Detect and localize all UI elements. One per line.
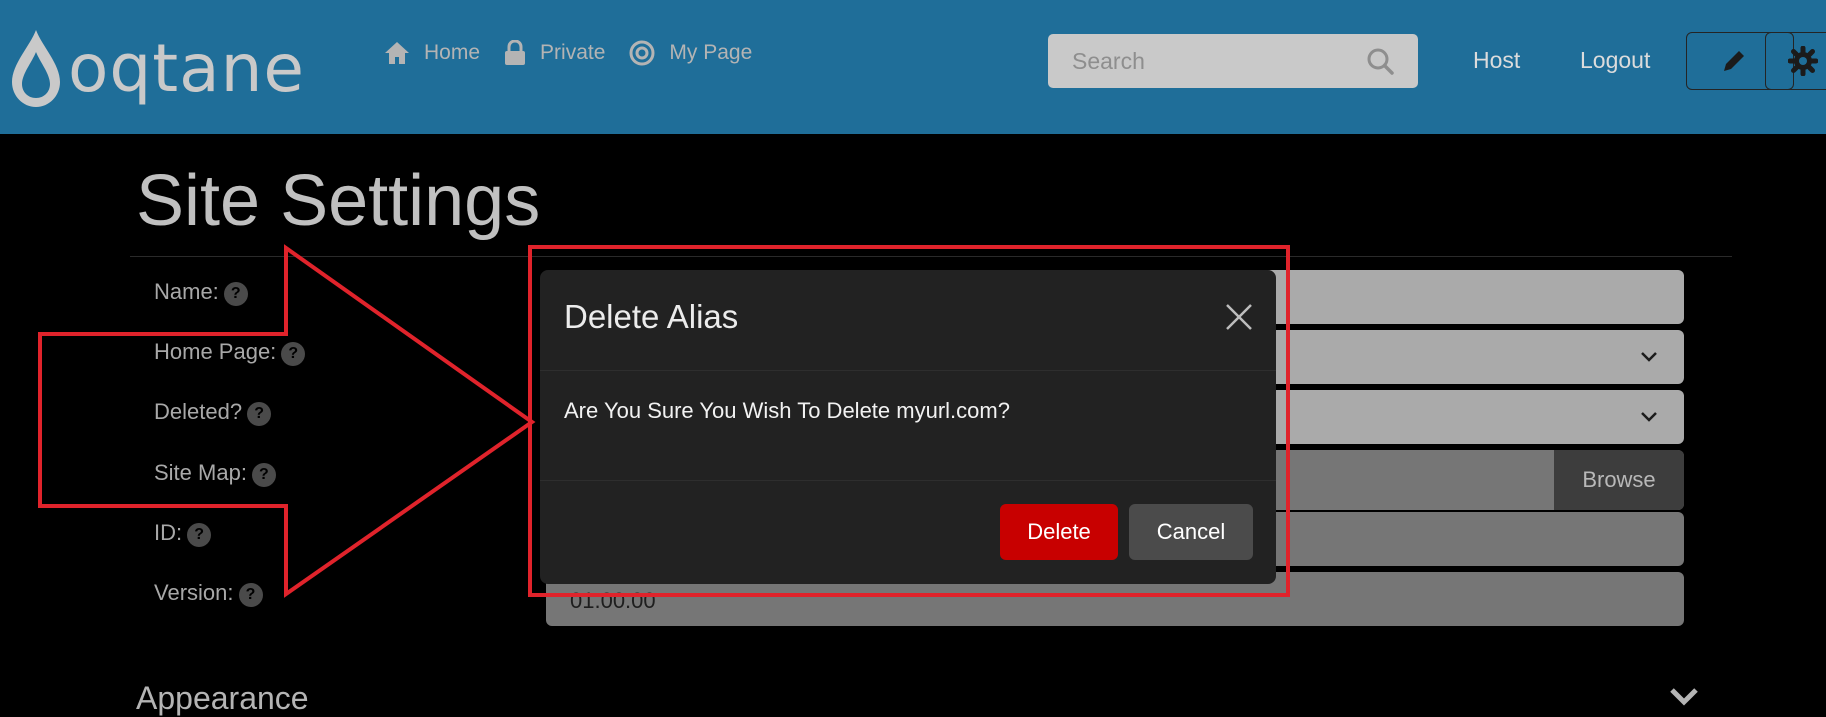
help-icon[interactable]: ? [187,523,212,547]
logout-link[interactable]: Logout [1580,47,1650,74]
main-nav: Home Private My Page [384,40,776,66]
delete-alias-modal: Delete Alias Are You Sure You Wish To De… [540,270,1276,584]
page-title: Site Settings [136,161,541,241]
label-text: ID: [154,520,183,545]
field-label-name: Name: ? [154,278,248,306]
cancel-button[interactable]: Cancel [1129,504,1253,560]
top-navbar: oqtane Home Private My Page Search Host … [0,0,1826,134]
label-text: Site Map: [154,460,247,485]
help-icon[interactable]: ? [238,583,263,607]
settings-button[interactable] [1765,32,1826,90]
modal-header-divider [540,370,1276,371]
title-divider [130,256,1732,257]
pencil-icon [1724,51,1744,71]
modal-title: Delete Alias [564,298,739,335]
field-label-site-map: Site Map: ? [154,459,276,487]
modal-footer-divider [540,480,1276,481]
close-icon[interactable] [1224,302,1254,332]
field-label-deleted: Deleted? ? [154,398,272,426]
field-label-id: ID: ? [154,519,212,547]
target-icon [629,40,655,66]
drop-logo-icon [12,30,60,107]
search-box[interactable]: Search [1048,34,1418,88]
modal-message: Are You Sure You Wish To Delete myurl.co… [564,398,1010,423]
host-link[interactable]: Host [1473,47,1520,74]
help-icon[interactable]: ? [251,463,276,487]
nav-item-private[interactable]: Private [504,40,605,66]
logo-text: oqtane [68,30,306,107]
delete-button[interactable]: Delete [1000,504,1118,560]
chevron-down-icon[interactable] [1668,686,1700,708]
label-text: Version: [154,580,234,605]
label-text: Name: [154,279,219,304]
search-icon[interactable] [1366,47,1394,75]
help-icon[interactable]: ? [223,282,248,306]
search-input[interactable]: Search [1072,48,1145,75]
field-label-home-page: Home Page: ? [154,338,306,366]
appearance-section-header[interactable]: Appearance [136,680,309,717]
nav-item-my-page[interactable]: My Page [629,40,752,66]
home-icon [385,42,409,64]
nav-item-label: Home [424,41,481,64]
field-label-version: Version: ? [154,579,263,607]
lock-icon [505,40,526,65]
nav-item-label: My Page [669,41,753,64]
label-text: Deleted? [154,399,243,424]
gear-icon [1788,46,1818,76]
nav-item-home[interactable]: Home [384,41,480,65]
chevron-down-icon [1641,412,1657,422]
help-icon[interactable]: ? [281,342,306,366]
annotation-arrow [38,244,536,598]
version-value: 01.00.00 [570,588,656,613]
label-text: Home Page: [154,339,277,364]
nav-item-label: Private [540,41,606,64]
chevron-down-icon [1641,352,1657,362]
help-icon[interactable]: ? [247,402,272,426]
browse-button[interactable]: Browse [1554,450,1684,510]
oqtane-logo[interactable]: oqtane [10,28,305,110]
